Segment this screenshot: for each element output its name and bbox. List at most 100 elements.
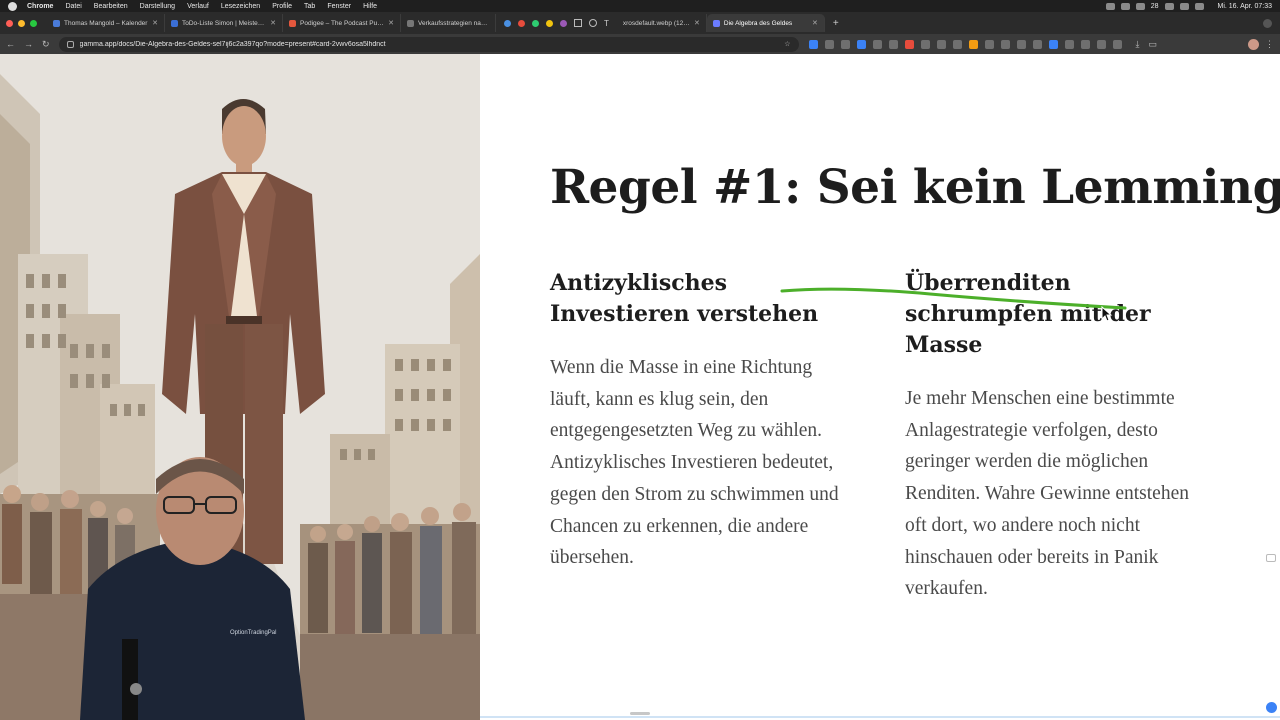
purple-pen-icon[interactable]	[560, 19, 567, 27]
side-panel-toggle-icon[interactable]	[1266, 554, 1276, 562]
tab-podigee[interactable]: Podigee – The Podcast Publisher ✕	[283, 14, 401, 32]
chrome-menu-icon[interactable]: ⋮	[1265, 39, 1274, 50]
column-body: Je mehr Menschen eine bestimmte Anlagest…	[905, 388, 1189, 600]
tab-verkaufsstrategien[interactable]: Verkaufsstrategien nach P...	[401, 14, 496, 32]
maximize-window-icon[interactable]	[30, 19, 37, 27]
google-icon	[407, 19, 414, 27]
menu-lesezeichen[interactable]: Lesezeichen	[221, 3, 260, 10]
menu-darstellung[interactable]: Darstellung	[140, 3, 175, 10]
podigee-icon	[289, 19, 296, 27]
tab-title: xrosdefault.webp (1280×720)	[622, 19, 691, 27]
red-pen-icon[interactable]	[518, 19, 525, 27]
search-icon[interactable]	[1179, 2, 1189, 10]
close-tab-icon[interactable]: ✕	[270, 19, 276, 27]
menu-datei[interactable]: Datei	[65, 3, 81, 10]
ellipse-tool-icon[interactable]	[589, 19, 597, 27]
menu-clock[interactable]: Mi. 16. Apr. 07:33	[1218, 3, 1272, 10]
extension-icon[interactable]	[1080, 39, 1090, 49]
url-text[interactable]: gamma.app/docs/Die-Algebra-des-Geldes-se…	[80, 41, 779, 48]
extension-icon[interactable]	[952, 39, 962, 49]
gamma-icon	[712, 19, 720, 27]
minimize-window-icon[interactable]	[18, 19, 25, 27]
reload-icon[interactable]: ↻	[42, 39, 50, 50]
column-body: Wenn die Masse in eine Richtung läuft, k…	[550, 357, 839, 569]
extension-icon[interactable]	[920, 39, 930, 49]
extension-icon[interactable]	[1000, 39, 1010, 49]
text-tool-icon[interactable]: T	[604, 19, 609, 28]
tab-title: Thomas Mangold – Kalender	[64, 19, 148, 27]
wifi-icon[interactable]	[1164, 2, 1174, 10]
close-tab-icon[interactable]: ✕	[152, 19, 158, 27]
tab-calendar[interactable]: Thomas Mangold – Kalender ✕	[47, 14, 165, 32]
address-bar[interactable]: gamma.app/docs/Die-Algebra-des-Geldes-se…	[58, 36, 799, 52]
site-info-icon[interactable]	[66, 40, 74, 48]
help-icon[interactable]	[1266, 702, 1277, 713]
back-icon[interactable]: ←	[6, 39, 15, 49]
extension-icon[interactable]	[1096, 39, 1106, 49]
battery-badge: 28	[1150, 2, 1159, 10]
status-icon[interactable]	[1120, 2, 1130, 10]
green-pen-icon[interactable]	[532, 19, 539, 27]
blue-pen-icon[interactable]	[504, 19, 511, 27]
menu-app-name[interactable]: Chrome	[27, 3, 53, 10]
status-icon[interactable]	[1105, 2, 1115, 10]
column-ueberrenditen: Überrenditen schrumpfen mit der Masse Je…	[905, 268, 1205, 605]
extension-icon[interactable]	[1064, 39, 1074, 49]
extensions-bar	[808, 39, 1122, 49]
sidepanel-icon[interactable]: ▭	[1149, 39, 1158, 50]
close-window-icon[interactable]	[6, 19, 13, 27]
control-center-icon[interactable]	[1194, 2, 1204, 10]
apple-icon[interactable]	[8, 1, 17, 11]
menu-fenster[interactable]: Fenster	[327, 3, 351, 10]
shirt-logo: OptionTradingPal	[230, 630, 276, 636]
menu-bearbeiten[interactable]: Bearbeiten	[94, 3, 128, 10]
status-area: 28 Mi. 16. Apr. 07:33	[1105, 2, 1272, 10]
tab-webp-image[interactable]: xrosdefault.webp (1280×720) ✕	[617, 14, 707, 32]
close-tab-icon[interactable]: ✕	[812, 19, 818, 27]
extension-icon[interactable]	[1032, 39, 1042, 49]
yellow-pen-icon[interactable]	[546, 19, 553, 27]
extension-icon[interactable]	[904, 39, 914, 49]
calendar-icon	[53, 19, 60, 27]
menu-verlauf[interactable]: Verlauf	[187, 3, 209, 10]
gamma-presentation: OptionTradingPal Regel #1: Sei kein Lemm…	[0, 54, 1280, 720]
extension-icon[interactable]	[968, 39, 978, 49]
extension-icon[interactable]	[872, 39, 882, 49]
extension-icon[interactable]	[1016, 39, 1026, 49]
pen-annotation-stroke	[780, 287, 1127, 310]
new-tab-icon[interactable]: +	[833, 18, 839, 29]
window-controls	[6, 19, 37, 27]
bookmark-star-icon[interactable]: ☆	[784, 40, 790, 48]
close-tab-icon[interactable]: ✕	[694, 19, 700, 27]
tab-title: Die Algebra des Geldes	[723, 19, 793, 27]
slide-scroll-handle[interactable]	[630, 712, 650, 715]
rectangle-tool-icon[interactable]	[574, 19, 582, 27]
menu-profile[interactable]: Profile	[272, 3, 292, 10]
tab-title: ToDo-Liste Simon | MeisterTask	[182, 19, 267, 27]
extension-icon[interactable]	[984, 39, 994, 49]
download-icon[interactable]: ⤓	[1136, 39, 1140, 50]
menu-tab[interactable]: Tab	[304, 3, 315, 10]
extensions-puzzle-icon[interactable]	[1112, 39, 1122, 49]
presenter-webcam: OptionTradingPal	[80, 457, 305, 720]
tab-meistertask[interactable]: ToDo-Liste Simon | MeisterTask ✕	[165, 14, 283, 32]
close-tab-icon[interactable]: ✕	[388, 19, 394, 27]
forward-icon[interactable]: →	[24, 39, 33, 49]
extension-icon[interactable]	[808, 39, 818, 49]
slide-title: Regel #1: Sei kein Lemming	[550, 160, 1280, 215]
meistertask-icon	[171, 19, 178, 27]
tab-search-icon[interactable]	[1263, 18, 1272, 28]
menu-hilfe[interactable]: Hilfe	[363, 3, 377, 10]
browser-toolbar: ← → ↻ gamma.app/docs/Die-Algebra-des-Gel…	[0, 34, 1280, 54]
status-icon[interactable]	[1135, 2, 1145, 10]
extension-icon[interactable]	[888, 39, 898, 49]
extension-icon[interactable]	[1048, 39, 1058, 49]
extension-icon[interactable]	[840, 39, 850, 49]
extension-icon[interactable]	[824, 39, 834, 49]
mouse-cursor-icon	[1101, 306, 1113, 322]
tab-algebra-des-geldes[interactable]: Die Algebra des Geldes ✕	[706, 14, 825, 32]
profile-avatar[interactable]	[1248, 38, 1259, 50]
tab-strip: Thomas Mangold – Kalender ✕ ToDo-Liste S…	[0, 12, 1280, 34]
extension-icon[interactable]	[936, 39, 946, 49]
extension-icon[interactable]	[856, 39, 866, 49]
